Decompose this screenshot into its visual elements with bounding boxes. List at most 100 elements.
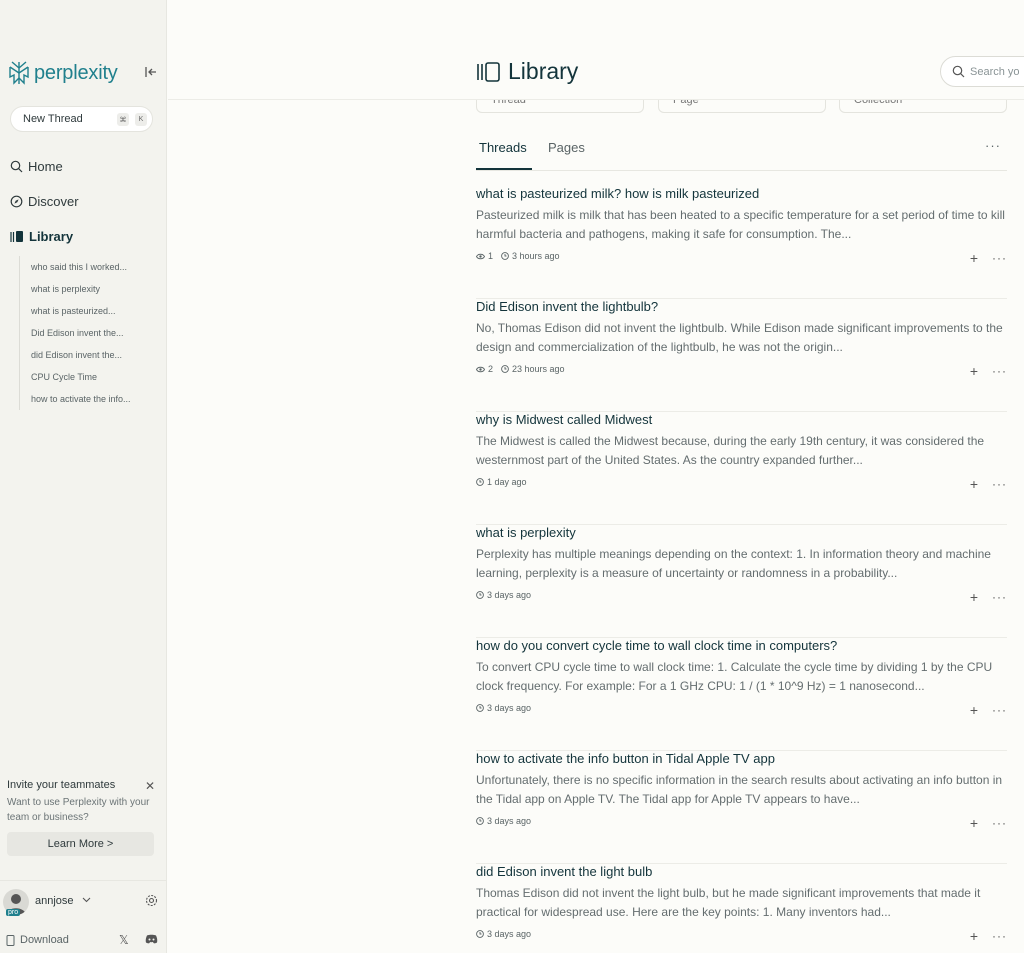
- thread-title[interactable]: what is perplexity: [476, 525, 576, 540]
- more-options-icon[interactable]: ···: [992, 251, 1007, 265]
- library-icon: [477, 61, 500, 82]
- view-count: 1: [488, 251, 494, 261]
- thread-card[interactable]: how do you convert cycle time to wall cl…: [476, 638, 1007, 751]
- close-icon[interactable]: ✕: [145, 779, 155, 793]
- gear-icon[interactable]: [145, 894, 158, 907]
- add-to-collection-icon[interactable]: +: [970, 250, 978, 266]
- add-to-collection-icon[interactable]: +: [970, 928, 978, 944]
- more-options-icon[interactable]: ···: [992, 703, 1007, 717]
- history-item[interactable]: what is perplexity: [20, 278, 159, 300]
- thread-title[interactable]: how do you convert cycle time to wall cl…: [476, 638, 837, 653]
- thread-title[interactable]: did Edison invent the light bulb: [476, 864, 652, 879]
- discord-icon[interactable]: [145, 934, 158, 944]
- filter-thread[interactable]: Thread: [476, 100, 644, 113]
- history-item[interactable]: who said this I worked...: [20, 256, 159, 278]
- thread-title[interactable]: how to activate the info button in Tidal…: [476, 751, 775, 766]
- history-item[interactable]: Did Edison invent the...: [20, 322, 159, 344]
- nav-library[interactable]: Library: [10, 226, 73, 246]
- invite-description: Want to use Perplexity with your team or…: [7, 797, 150, 823]
- time-ago: 3 days ago: [487, 703, 532, 713]
- time-ago: 3 days ago: [487, 816, 532, 826]
- time-ago: 23 hours ago: [512, 364, 565, 374]
- filter-page[interactable]: Page: [658, 100, 826, 113]
- kbd-cmd: ⌘: [117, 113, 129, 126]
- time-ago: 1 day ago: [487, 477, 527, 487]
- thread-actions: + ···: [970, 250, 1007, 266]
- thread-card[interactable]: what is perplexity Perplexity has multip…: [476, 525, 1007, 638]
- brand-logo[interactable]: perplexity: [8, 59, 118, 87]
- x-twitter-icon[interactable]: 𝕏: [119, 933, 129, 947]
- add-to-collection-icon[interactable]: +: [970, 589, 978, 605]
- filter-collection[interactable]: Collection: [839, 100, 1007, 113]
- thread-card[interactable]: why is Midwest called Midwest The Midwes…: [476, 412, 1007, 525]
- nav-discover[interactable]: Discover: [10, 191, 79, 211]
- thread-card[interactable]: did Edison invent the light bulb Thomas …: [476, 864, 1007, 953]
- history-item[interactable]: what is pasteurized...: [20, 300, 159, 322]
- thread-snippet: Thomas Edison did not invent the light b…: [476, 886, 981, 919]
- thread-snippet: The Midwest is called the Midwest becaus…: [476, 434, 985, 467]
- sidebar: perplexity New Thread ⌘ K Home Discover …: [0, 0, 167, 953]
- thread-meta: 3 days ago: [476, 929, 539, 939]
- page-title-text: Library: [508, 58, 579, 84]
- chevron-down-icon[interactable]: [82, 897, 91, 903]
- add-to-collection-icon[interactable]: +: [970, 476, 978, 492]
- more-options-icon[interactable]: ···: [992, 590, 1007, 604]
- brand-name: perplexity: [34, 61, 118, 84]
- tab-threads[interactable]: Threads: [479, 140, 527, 155]
- add-to-collection-icon[interactable]: +: [970, 815, 978, 831]
- thread-title[interactable]: what is pasteurized milk? how is milk pa…: [476, 186, 759, 201]
- library-history-list: who said this I worked... what is perple…: [19, 256, 159, 410]
- learn-more-button[interactable]: Learn More >: [7, 832, 154, 856]
- username[interactable]: annjose: [35, 895, 74, 907]
- thread-snippet: To convert CPU cycle time to wall clock …: [476, 660, 993, 693]
- views: 2: [476, 364, 493, 374]
- device-icon: [6, 934, 15, 946]
- thread-snippet: Pasteurized milk is milk that has been h…: [476, 208, 1005, 241]
- page-title: Library: [476, 58, 578, 85]
- search-placeholder: Search yo: [970, 65, 1020, 78]
- history-item[interactable]: did Edison invent the...: [20, 344, 159, 366]
- download-link[interactable]: Download: [6, 934, 69, 946]
- more-options-icon[interactable]: ···: [992, 816, 1007, 830]
- add-to-collection-icon[interactable]: +: [970, 702, 978, 718]
- thread-actions: + ···: [970, 928, 1007, 944]
- nav-home[interactable]: Home: [10, 156, 63, 176]
- thread-actions: + ···: [970, 815, 1007, 831]
- thread-actions: + ···: [970, 589, 1007, 605]
- add-to-collection-icon[interactable]: +: [970, 363, 978, 379]
- new-thread-label: New Thread: [23, 113, 83, 125]
- more-options-icon[interactable]: ···: [992, 929, 1007, 943]
- tab-pages[interactable]: Pages: [548, 140, 585, 155]
- thread-meta: 1 day ago: [476, 477, 535, 487]
- timestamp: 3 days ago: [476, 590, 531, 600]
- invite-card: Invite your teammates ✕ Want to use Perp…: [0, 774, 167, 856]
- more-options-icon[interactable]: ···: [992, 477, 1007, 491]
- more-options-icon[interactable]: ···: [992, 364, 1007, 378]
- new-thread-button[interactable]: New Thread ⌘ K: [10, 106, 153, 132]
- thread-actions: + ···: [970, 363, 1007, 379]
- history-item[interactable]: CPU Cycle Time: [20, 366, 159, 388]
- eye-icon: [476, 253, 485, 259]
- thread-title[interactable]: why is Midwest called Midwest: [476, 412, 652, 427]
- views: 1: [476, 251, 493, 261]
- library-header: Library Search yo: [168, 0, 1024, 100]
- thread-snippet: Perplexity has multiple meanings dependi…: [476, 547, 991, 580]
- compass-icon: [10, 195, 23, 207]
- filter-row: Thread Page Collection: [476, 100, 1007, 114]
- search-icon: [952, 65, 965, 78]
- pro-badge: pro: [6, 909, 21, 916]
- clock-icon: [501, 365, 509, 373]
- collapse-sidebar-icon[interactable]: [144, 65, 158, 79]
- thread-card[interactable]: how to activate the info button in Tidal…: [476, 751, 1007, 864]
- library-search-input[interactable]: Search yo: [940, 56, 1024, 87]
- timestamp: 1 day ago: [476, 477, 527, 487]
- thread-card[interactable]: what is pasteurized milk? how is milk pa…: [476, 186, 1007, 299]
- sidebar-footer: Download 𝕏: [0, 930, 167, 953]
- thread-card[interactable]: Did Edison invent the lightbulb? No, Tho…: [476, 299, 1007, 412]
- nav-discover-label: Discover: [28, 193, 79, 209]
- history-item[interactable]: how to activate the info...: [20, 388, 159, 410]
- thread-meta: 3 days ago: [476, 703, 539, 713]
- eye-icon: [476, 366, 485, 372]
- thread-title[interactable]: Did Edison invent the lightbulb?: [476, 299, 658, 314]
- more-options-icon[interactable]: ···: [985, 138, 1001, 153]
